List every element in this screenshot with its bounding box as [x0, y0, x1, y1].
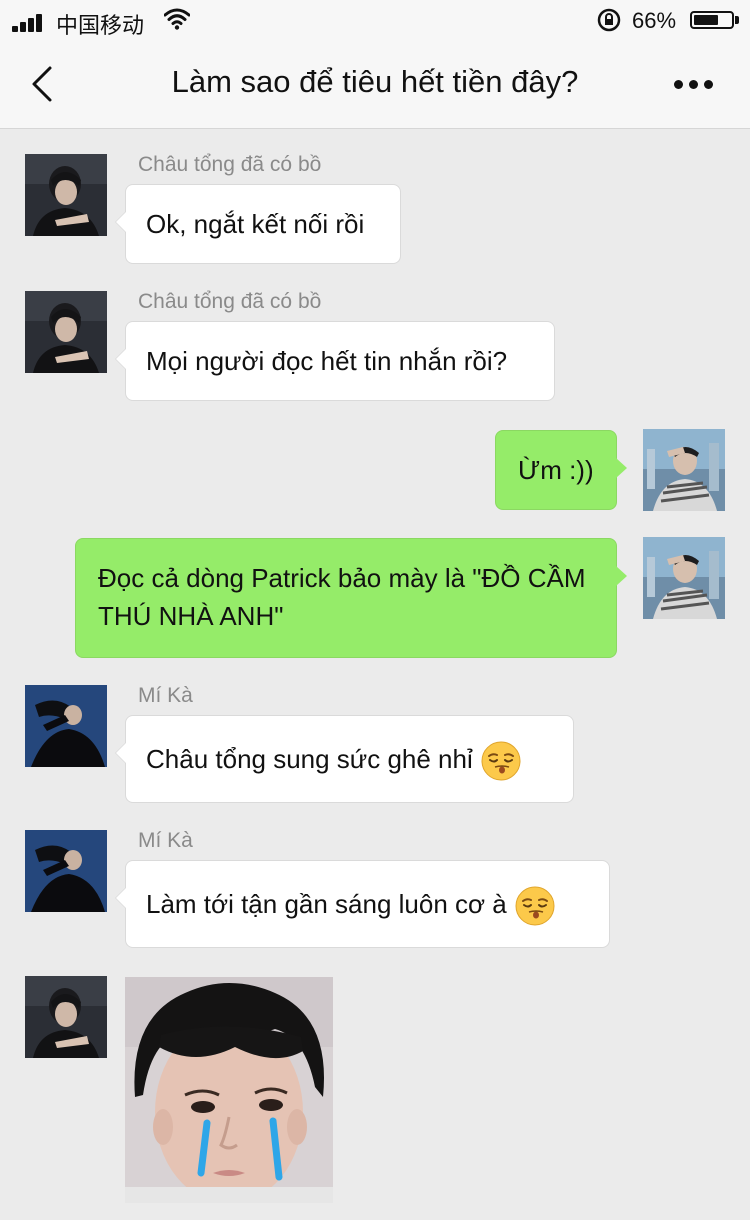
message-bubble[interactable]: Châu tổng sung sức ghê nhỉ [115, 715, 574, 803]
message-text: Ok, ngắt kết nối rồi [146, 209, 365, 239]
crying-photo-message[interactable] [125, 977, 333, 1203]
battery-icon [690, 11, 734, 29]
carrier-name: 中国移动 [56, 13, 145, 38]
message-text: Làm tới tận gần sáng luôn cơ à [146, 889, 507, 919]
smirk-face-emoji-icon [515, 886, 555, 926]
sender-name: Châu tổng đã có bồ [138, 290, 322, 313]
sender-name: Châu tổng đã có bồ [138, 153, 322, 176]
avatar-mika[interactable] [25, 830, 107, 912]
chevron-left-icon[interactable] [28, 64, 58, 104]
chat-header: Làm sao để tiêu hết tiền đây? [0, 40, 750, 129]
rotation-lock-icon [597, 8, 621, 32]
battery-percent: 66% [632, 8, 677, 33]
signal-icon [12, 14, 48, 32]
wifi-icon [164, 8, 190, 30]
message-text: Ừm :)) [518, 455, 594, 485]
avatar-chau[interactable] [25, 291, 107, 373]
battery-tip [735, 16, 739, 24]
message-text: Mọi người đọc hết tin nhắn rồi? [146, 346, 508, 376]
chat-title: Làm sao để tiêu hết tiền đây? [171, 64, 579, 99]
avatar-self[interactable] [643, 429, 725, 511]
avatar-self[interactable] [643, 537, 725, 619]
message-bubble[interactable]: Mọi người đọc hết tin nhắn rồi? [115, 321, 555, 401]
message-bubble[interactable]: Ok, ngắt kết nối rồi [115, 184, 401, 264]
message-bubble-outgoing[interactable]: Ừm :)) [495, 430, 627, 510]
message-bubble-outgoing[interactable]: Đọc cả dòng Patrick bảo mày là "ĐỒ CẦM T… [75, 538, 627, 658]
battery-level [694, 15, 718, 25]
avatar-mika[interactable] [25, 685, 107, 767]
avatar-chau[interactable] [25, 976, 107, 1058]
avatar-chau[interactable] [25, 154, 107, 236]
status-bar: 中国移动 66% [0, 0, 750, 40]
sender-name: Mí Kà [138, 829, 193, 852]
message-text: Đọc cả dòng Patrick bảo mày là "ĐỒ CẦM T… [98, 563, 586, 631]
sender-name: Mí Kà [138, 684, 193, 707]
smirk-face-emoji-icon [481, 741, 521, 781]
message-text: Châu tổng sung sức ghê nhỉ [146, 744, 473, 774]
more-dots-icon[interactable] [674, 80, 714, 90]
message-bubble[interactable]: Làm tới tận gần sáng luôn cơ à [115, 860, 610, 948]
